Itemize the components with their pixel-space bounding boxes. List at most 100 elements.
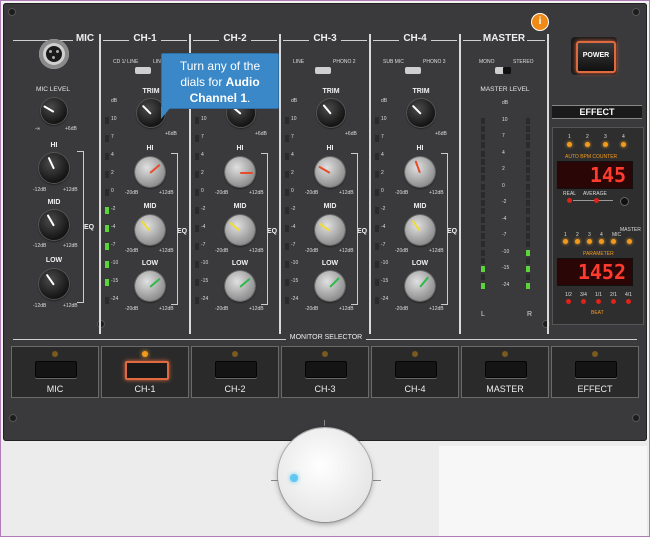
monitor-selector-mic[interactable]: MIC — [11, 346, 99, 398]
trim-knob[interactable] — [317, 99, 345, 127]
monitor-selector-ch-1[interactable]: CH-1 — [101, 346, 189, 398]
low-min-label: -20dB — [125, 306, 139, 312]
mic-mid-min: -12dB — [33, 243, 47, 249]
master-meter-left-segment — [481, 241, 485, 247]
meter-segment — [195, 189, 199, 196]
meter-scale-label: -7 — [111, 242, 116, 248]
meter-segment — [375, 189, 379, 196]
mid-knob[interactable] — [225, 215, 255, 245]
beat-led[interactable] — [611, 299, 616, 304]
effect-select-led[interactable] — [603, 142, 608, 147]
monitor-button[interactable] — [125, 361, 169, 380]
mic-hi-knob[interactable] — [39, 153, 69, 183]
mid-knob[interactable] — [315, 215, 345, 245]
monitor-led — [592, 351, 598, 357]
monitor-led — [412, 351, 418, 357]
monitor-selector-master[interactable]: MASTER — [461, 346, 549, 398]
beat-led[interactable] — [596, 299, 601, 304]
bpm-slider-track[interactable] — [573, 200, 613, 201]
hi-knob[interactable] — [225, 157, 255, 187]
effect-number: 3 — [604, 134, 607, 140]
master-meter-left-segment — [481, 117, 485, 124]
master-meter-right-segment — [526, 191, 530, 198]
master-meter-right-segment — [526, 200, 530, 206]
low-knob[interactable] — [315, 271, 345, 301]
hi-knob[interactable] — [405, 157, 435, 187]
low-knob[interactable] — [405, 271, 435, 301]
low-knob[interactable] — [225, 271, 255, 301]
monitor-button-label: EFFECT — [577, 384, 613, 394]
monitor-selector-effect[interactable]: EFFECT — [551, 346, 639, 398]
monitor-button[interactable] — [395, 361, 437, 378]
monitor-button[interactable] — [215, 361, 257, 378]
meter-segment — [375, 207, 379, 214]
monitor-selector-ch-3[interactable]: CH-3 — [281, 346, 369, 398]
app-frame: MIC MIC LEVEL -∞ +6dB HI -12dB +12dB MID… — [0, 0, 650, 537]
info-icon[interactable]: i — [532, 14, 548, 30]
parameter-led[interactable] — [611, 239, 616, 244]
effect-select-led[interactable] — [585, 142, 590, 147]
hi-knob[interactable] — [135, 157, 165, 187]
meter-segment — [105, 117, 109, 124]
input-switch[interactable] — [405, 67, 421, 74]
big-dial[interactable] — [278, 428, 372, 522]
meter-scale-label: 4 — [291, 152, 294, 158]
tap-button[interactable] — [620, 197, 629, 206]
meter-scale-label: 7 — [291, 134, 294, 140]
effect-select-led[interactable] — [567, 142, 572, 147]
master-meter-right-segment — [526, 282, 530, 289]
parameter-led[interactable] — [587, 239, 592, 244]
tooltip-line1: Turn any of the — [179, 59, 261, 73]
mid-indicator — [140, 220, 151, 232]
divider — [99, 34, 101, 334]
low-knob[interactable] — [135, 271, 165, 301]
average-led[interactable] — [594, 198, 599, 203]
parameter-led[interactable] — [563, 239, 568, 244]
master-meter-left-segment — [481, 175, 485, 181]
hi-indicator — [149, 163, 161, 174]
mic-level-knob[interactable] — [41, 98, 67, 124]
beat-led[interactable] — [581, 299, 586, 304]
master-fx-led[interactable] — [627, 239, 632, 244]
mid-indicator — [411, 219, 421, 232]
monitor-selector-ch-4[interactable]: CH-4 — [371, 346, 459, 398]
parameter-led[interactable] — [575, 239, 580, 244]
meter-segment — [195, 297, 199, 304]
monitor-button-label: CH-1 — [134, 384, 156, 394]
monitor-button[interactable] — [305, 361, 347, 378]
input-switch[interactable] — [135, 67, 151, 74]
power-button[interactable]: POWER — [576, 41, 616, 73]
mic-mid-knob[interactable] — [39, 210, 69, 240]
beat-led[interactable] — [566, 299, 571, 304]
master-meter-right-segment — [526, 224, 530, 231]
real-led[interactable] — [567, 198, 572, 203]
trim-knob[interactable] — [407, 99, 435, 127]
monitor-button[interactable] — [575, 361, 617, 378]
parameter-number: 4 — [600, 232, 603, 238]
master-meter-left-segment — [481, 257, 485, 264]
meter-segment — [285, 225, 289, 232]
meter-scale-label: dB — [381, 98, 388, 104]
effect-select-led[interactable] — [621, 142, 626, 147]
beat-led[interactable] — [626, 299, 631, 304]
hi-knob[interactable] — [315, 157, 345, 187]
parameter-led[interactable] — [599, 239, 604, 244]
mic-low-knob[interactable] — [39, 269, 69, 299]
monitor-button[interactable] — [35, 361, 77, 378]
master-scale-label: -24 — [502, 281, 510, 288]
mid-knob[interactable] — [405, 215, 435, 245]
hi-indicator — [318, 165, 331, 174]
master-meter-right-segment — [526, 158, 530, 165]
meter-scale-label: 10 — [201, 116, 207, 122]
meter-scale-label: 10 — [381, 116, 387, 122]
monitor-button[interactable] — [485, 361, 527, 378]
parameter-display: 1452 — [557, 258, 633, 286]
mid-min-label: -20dB — [125, 248, 139, 254]
mid-knob[interactable] — [135, 215, 165, 245]
monitor-selector-ch-2[interactable]: CH-2 — [191, 346, 279, 398]
mono-stereo-switch[interactable] — [495, 67, 511, 74]
input-switch[interactable] — [315, 67, 331, 74]
meter-segment — [105, 135, 109, 142]
trim-indicator — [411, 104, 422, 115]
channel-title: CH-1 — [129, 33, 161, 44]
